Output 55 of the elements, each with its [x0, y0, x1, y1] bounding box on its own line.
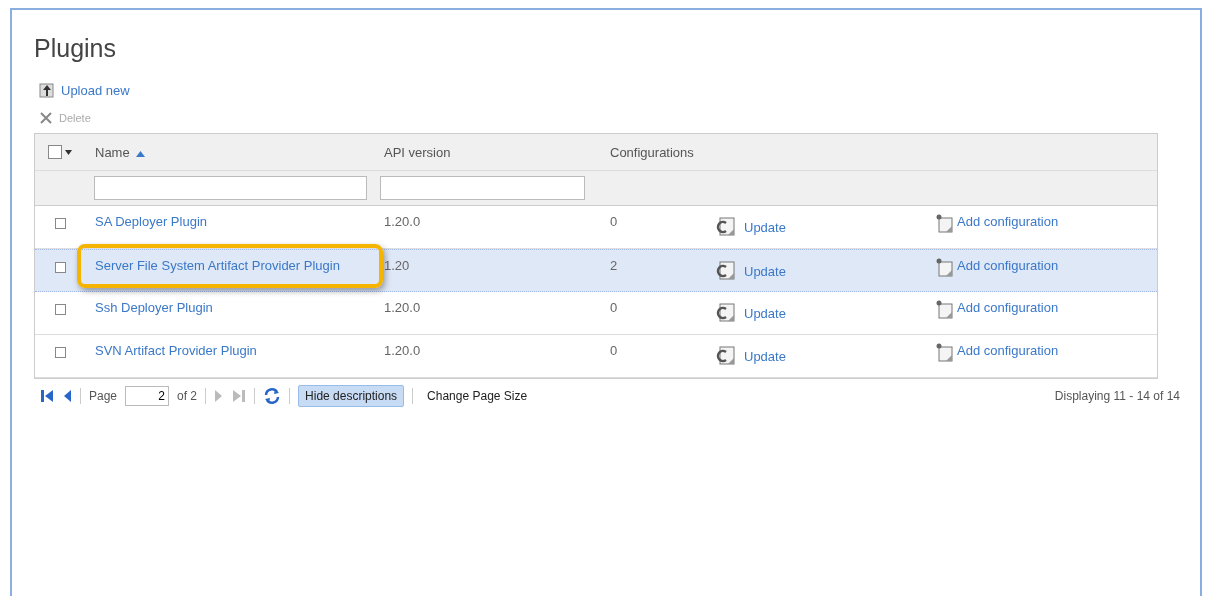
- first-page-icon[interactable]: [40, 389, 54, 403]
- refresh-icon[interactable]: [263, 387, 282, 405]
- hide-descriptions-button[interactable]: Hide descriptions: [298, 385, 405, 407]
- change-page-size-button[interactable]: Change Page Size: [421, 386, 534, 406]
- table-cell: 1.20: [384, 258, 410, 273]
- close-icon: [39, 111, 53, 125]
- update-link[interactable]: Update: [744, 219, 786, 235]
- new-document-icon: [935, 300, 955, 320]
- page-title: Plugins: [34, 34, 117, 63]
- api-filter-field[interactable]: [380, 176, 585, 200]
- add-configuration-link[interactable]: Add configuration: [957, 214, 1059, 229]
- page-label: Page: [89, 389, 118, 403]
- row-checkbox[interactable]: [54, 304, 66, 315]
- displaying-count: Displaying 11 - 14 of 14: [1054, 389, 1180, 403]
- upload-icon: [39, 82, 55, 98]
- row-checkbox[interactable]: [54, 262, 66, 273]
- update-link[interactable]: Update: [744, 263, 786, 279]
- table-row[interactable]: Ssh Deployer Plugin 1.20.0 0 Update Add configuration: [35, 292, 1157, 335]
- last-page-icon[interactable]: [232, 389, 247, 403]
- new-document-icon: [935, 258, 955, 278]
- caret-icon[interactable]: [65, 149, 72, 155]
- table-cell: 0: [610, 300, 618, 315]
- refresh-document-icon: [714, 260, 738, 282]
- plugin-name-link[interactable]: SA Deployer Plugin: [95, 214, 207, 229]
- update-link[interactable]: Update: [744, 305, 786, 321]
- upload-button[interactable]: Upload new: [39, 79, 130, 101]
- add-configuration-link[interactable]: Add configuration: [957, 300, 1059, 315]
- refresh-document-icon: [714, 345, 738, 367]
- refresh-document-icon: [714, 302, 738, 324]
- new-document-icon: [935, 214, 955, 234]
- row-checkbox[interactable]: [54, 218, 66, 229]
- page-count: of 2: [177, 389, 198, 403]
- table-cell: 1.20.0: [384, 214, 421, 229]
- plugin-name-link[interactable]: Ssh Deployer Plugin: [95, 300, 213, 315]
- table-cell: 2: [610, 258, 618, 273]
- plugin-name-link[interactable]: Server File System Artifact Provider Plugin: [95, 258, 340, 273]
- new-document-icon: [935, 343, 955, 363]
- column-header[interactable]: Configurations: [610, 144, 694, 160]
- name-filter-field[interactable]: [94, 176, 367, 200]
- select-all-checkbox[interactable]: [48, 145, 62, 159]
- column-header[interactable]: API version: [384, 144, 451, 160]
- column-header[interactable]: Name: [95, 144, 130, 160]
- refresh-document-icon: [714, 216, 738, 238]
- table-cell: 1.20.0: [384, 343, 421, 358]
- add-configuration-link[interactable]: Add configuration: [957, 343, 1059, 358]
- table-row[interactable]: SVN Artifact Provider Plugin 1.20.0 0 Update Add configuration: [35, 335, 1157, 378]
- update-link[interactable]: Update: [744, 348, 786, 364]
- previous-page-icon[interactable]: [62, 389, 72, 403]
- add-configuration-link[interactable]: Add configuration: [957, 258, 1059, 273]
- row-checkbox[interactable]: [54, 347, 66, 358]
- table-cell: 0: [610, 214, 618, 229]
- page-field[interactable]: 2: [125, 386, 170, 406]
- table-cell: 0: [610, 343, 618, 358]
- plugin-name-link[interactable]: SVN Artifact Provider Plugin: [95, 343, 257, 358]
- table-cell: 1.20.0: [384, 300, 421, 315]
